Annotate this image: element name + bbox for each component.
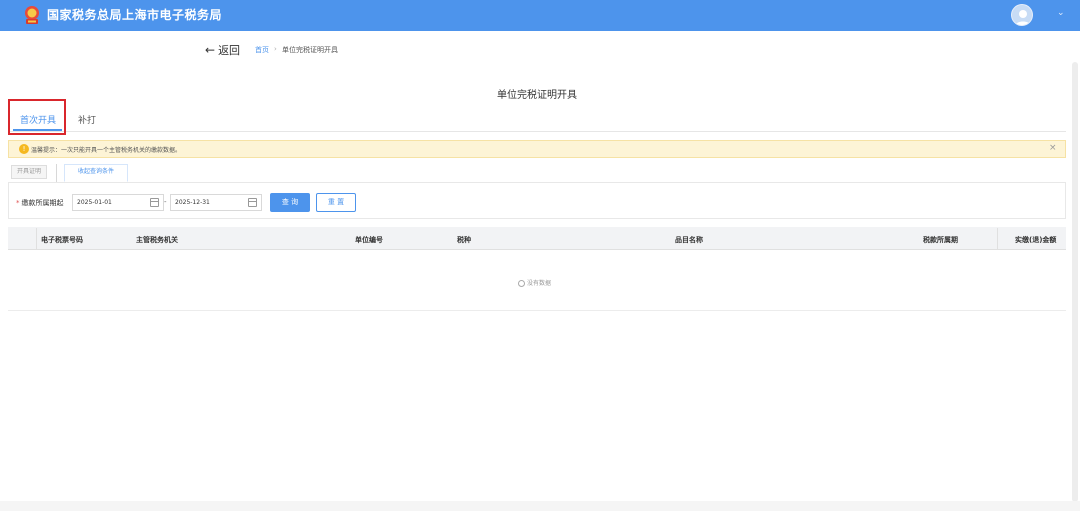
column-header-tax-period: 税款所属期 [923, 236, 958, 244]
page-title: 单位完税证明开具 [497, 90, 577, 101]
tab-reprint[interactable]: 补打 [78, 113, 96, 126]
info-icon: ! [19, 144, 29, 154]
arrow-left-icon: ← [205, 43, 216, 57]
breadcrumb-home[interactable]: 首页 [255, 45, 269, 55]
reset-button[interactable]: 重 置 [316, 193, 356, 212]
column-divider [36, 228, 37, 250]
user-avatar-icon[interactable] [1011, 4, 1033, 26]
empty-state: 没有数据 [518, 278, 551, 287]
column-header-tax-type: 税种 [457, 236, 471, 244]
empty-icon [518, 280, 525, 287]
issue-certificate-button[interactable]: 开具证明 [11, 165, 47, 179]
column-header-unit-no: 单位编号 [355, 236, 383, 244]
breadcrumb-separator: › [274, 45, 277, 53]
required-mark: * [16, 199, 20, 207]
annotation-highlight-box [8, 99, 66, 135]
collapse-filter-button[interactable]: 收起查询条件 [64, 164, 128, 182]
bottom-strip [0, 501, 1080, 511]
calendar-icon[interactable] [150, 198, 159, 207]
notice-bar: ! 温馨提示：一次只能开具一个主管税务机关的缴款数据。 × [8, 140, 1066, 158]
date-range-separator: - [164, 198, 167, 206]
chevron-down-icon[interactable]: ⌄ [1057, 8, 1065, 18]
column-header-tax-authority: 主管税务机关 [136, 236, 178, 244]
vertical-scrollbar[interactable] [1072, 62, 1078, 502]
empty-text: 没有数据 [527, 280, 552, 287]
column-header-amount: 实缴(退)金额 [1015, 236, 1057, 244]
breadcrumb-current: 单位完税证明开具 [282, 46, 338, 54]
column-header-item-name: 品目名称 [675, 236, 703, 244]
tax-emblem-icon [25, 6, 39, 24]
tabs-divider [8, 131, 1066, 132]
toolbar-divider [56, 164, 57, 182]
table-bottom-border [8, 310, 1066, 311]
app-title: 国家税务总局上海市电子税务局 [47, 8, 223, 22]
notice-text: 温馨提示：一次只能开具一个主管税务机关的缴款数据。 [31, 147, 182, 154]
back-label: 返回 [218, 44, 241, 57]
column-divider [997, 228, 998, 250]
close-icon[interactable]: × [1049, 143, 1057, 153]
filter-label-text: 缴款所属期起 [21, 199, 64, 207]
column-header-tax-ticket-no: 电子税票号码 [41, 236, 83, 244]
query-button[interactable]: 查 询 [270, 193, 310, 212]
filter-label: * 缴款所属期起 [16, 198, 64, 208]
calendar-icon[interactable] [248, 198, 257, 207]
back-button[interactable]: ← 返回 [205, 42, 240, 58]
